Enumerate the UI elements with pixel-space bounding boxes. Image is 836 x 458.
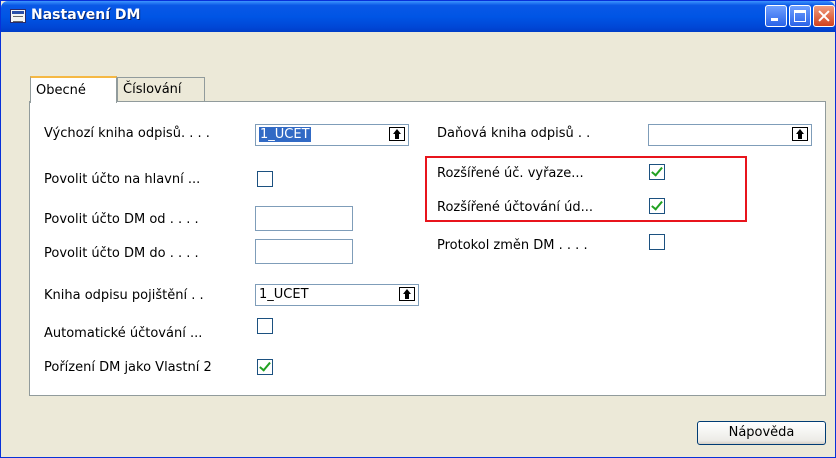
- maximize-button[interactable]: [789, 5, 811, 27]
- allow-posting-to-label: Povolit účto DM do . . . .: [44, 246, 199, 261]
- extended-disposal-posting-label: Rozšířené úč. vyřaze...: [437, 166, 584, 181]
- lookup-arrow-icon[interactable]: [792, 127, 808, 141]
- title-bar[interactable]: Nastavení DM: [1, 1, 835, 32]
- allow-posting-main-checkbox[interactable]: [257, 171, 273, 187]
- lookup-arrow-icon[interactable]: [389, 127, 405, 141]
- tab-general[interactable]: Obecné: [30, 76, 117, 103]
- allow-posting-from-field[interactable]: [255, 206, 353, 231]
- automatic-posting-label: Automatické účtování ...: [44, 326, 203, 341]
- acquisition-own-label: Pořízení DM jako Vlastní 2: [44, 360, 212, 375]
- help-button[interactable]: Nápověda: [697, 421, 826, 445]
- tab-numbering[interactable]: Číslování: [117, 77, 205, 101]
- tax-depreciation-book-field[interactable]: [648, 124, 812, 146]
- insurance-depreciation-book-value: 1_UCET: [259, 287, 309, 302]
- extended-posting-label: Rozšířené účtování úd...: [437, 200, 594, 215]
- allow-posting-from-label: Povolit účto DM od . . . .: [44, 212, 199, 227]
- default-depreciation-book-value: 1_UCET: [259, 127, 311, 142]
- close-button[interactable]: [813, 5, 835, 27]
- allow-posting-to-field[interactable]: [255, 239, 353, 264]
- extended-posting-checkbox[interactable]: [649, 198, 665, 214]
- default-depreciation-book-label: Výchozí kniha odpisů. . . .: [44, 126, 210, 141]
- minimize-button[interactable]: [765, 5, 787, 27]
- form-icon: [10, 9, 26, 23]
- extended-disposal-posting-checkbox[interactable]: [649, 164, 665, 180]
- settings-window: Nastavení DM Obecné Číslování Výchozí kn…: [0, 0, 836, 458]
- acquisition-own-checkbox[interactable]: [257, 359, 273, 375]
- default-depreciation-book-field[interactable]: 1_UCET: [255, 124, 409, 146]
- lookup-arrow-icon[interactable]: [399, 287, 415, 301]
- insurance-depreciation-book-field[interactable]: 1_UCET: [255, 284, 419, 306]
- insurance-depreciation-book-label: Kniha odpisu pojištění . .: [44, 288, 204, 303]
- fa-change-log-checkbox[interactable]: [649, 234, 665, 250]
- fa-change-log-label: Protokol změn DM . . . .: [437, 238, 588, 253]
- tax-depreciation-book-label: Daňová kniha odpisů . .: [437, 126, 591, 141]
- allow-posting-main-label: Povolit účto na hlavní ...: [44, 172, 201, 187]
- automatic-posting-checkbox[interactable]: [257, 318, 273, 334]
- window-title: Nastavení DM: [31, 7, 141, 23]
